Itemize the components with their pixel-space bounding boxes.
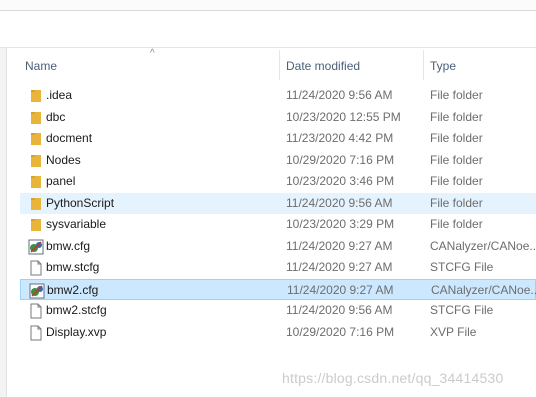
canoe-config-icon bbox=[29, 283, 45, 299]
file-type: File folder bbox=[430, 131, 483, 145]
address-bar-area bbox=[0, 11, 536, 48]
document-icon bbox=[28, 260, 44, 276]
file-date-modified: 11/24/2020 9:56 AM bbox=[286, 195, 393, 210]
folder-icon bbox=[28, 131, 44, 147]
file-name: .idea bbox=[46, 88, 73, 102]
file-name: bmw2.stcfg bbox=[46, 303, 107, 317]
file-type: CANalyzer/CANoe... bbox=[430, 238, 536, 253]
file-type: File folder bbox=[430, 88, 483, 102]
column-header-type[interactable]: Type bbox=[430, 48, 456, 80]
window-top-strip bbox=[0, 0, 536, 11]
file-date-modified: 11/24/2020 9:56 AM bbox=[286, 303, 393, 317]
file-name: bmw.cfg bbox=[46, 238, 91, 253]
watermark: https://blog.csdn.net/qq_34414530 bbox=[282, 370, 504, 386]
folder-icon bbox=[28, 153, 44, 169]
file-date-modified: 10/29/2020 7:16 PM bbox=[286, 152, 395, 167]
file-name: Nodes bbox=[46, 152, 81, 167]
column-header-date-modified[interactable]: Date modified bbox=[286, 48, 360, 80]
sort-ascending-icon: ^ bbox=[150, 48, 155, 59]
file-date-modified: 10/29/2020 7:16 PM bbox=[286, 324, 395, 339]
column-header-name[interactable]: Name bbox=[25, 48, 57, 80]
file-name: bmw2.cfg bbox=[47, 282, 99, 297]
file-row[interactable]: panel 10/23/2020 3:46 PM File folder bbox=[20, 171, 536, 192]
file-type: XVP File bbox=[430, 324, 477, 339]
file-date-modified: 11/24/2020 9:56 AM bbox=[286, 88, 393, 102]
file-name: panel bbox=[46, 174, 76, 188]
file-date-modified: 11/24/2020 9:27 AM bbox=[286, 238, 393, 253]
file-name: docment bbox=[46, 131, 93, 145]
navigation-pane-edge bbox=[0, 48, 7, 397]
file-row[interactable]: docment 11/23/2020 4:42 PM File folder bbox=[20, 128, 536, 149]
file-date-modified: 10/23/2020 3:46 PM bbox=[286, 174, 395, 188]
file-row[interactable]: .idea 11/24/2020 9:56 AM File folder bbox=[20, 85, 536, 106]
folder-icon bbox=[28, 88, 44, 104]
document-icon bbox=[28, 303, 44, 319]
file-row[interactable]: PythonScript 11/24/2020 9:56 AM File folde… bbox=[20, 192, 536, 214]
file-row[interactable]: Nodes 10/29/2020 7:16 PM File folder bbox=[20, 150, 536, 171]
file-type: File folder bbox=[430, 195, 483, 210]
folder-icon bbox=[28, 174, 44, 190]
canoe-config-icon bbox=[28, 239, 44, 255]
file-row[interactable]: Display.xvp 10/29/2020 7:16 PM XVP File bbox=[20, 322, 536, 343]
folder-icon bbox=[28, 196, 44, 212]
folder-icon bbox=[28, 217, 44, 233]
file-date-modified: 11/23/2020 4:42 PM bbox=[286, 131, 394, 145]
file-row[interactable]: sysvariable 10/23/2020 3:29 PM File folder bbox=[20, 214, 536, 235]
column-divider[interactable] bbox=[279, 50, 280, 80]
file-type: File folder bbox=[430, 109, 483, 124]
file-date-modified: 10/23/2020 3:29 PM bbox=[286, 217, 395, 231]
file-row[interactable]: bmw2.stcfg 11/24/2020 9:56 AM STCFG File bbox=[20, 300, 536, 321]
file-date-modified: 11/24/2020 9:27 AM bbox=[287, 282, 394, 297]
document-icon bbox=[28, 325, 44, 341]
file-row[interactable]: bmw.cfg 11/24/2020 9:27 AM CANalyzer/CANoe… bbox=[20, 236, 536, 257]
file-type: File folder bbox=[430, 152, 483, 167]
file-name: sysvariable bbox=[46, 217, 107, 231]
file-date-modified: 10/23/2020 12:55 PM bbox=[286, 109, 401, 124]
file-type: CANalyzer/CANoe... bbox=[431, 282, 536, 297]
file-type: File folder bbox=[430, 217, 483, 231]
file-row[interactable]: bmw2.cfg 11/24/2020 9:27 AM CANalyzer/CANo… bbox=[20, 278, 536, 300]
file-name: Display.xvp bbox=[46, 324, 107, 339]
file-name: bmw.stcfg bbox=[46, 260, 100, 274]
file-type: STCFG File bbox=[430, 260, 494, 274]
file-type: File folder bbox=[430, 174, 483, 188]
file-name: dbc bbox=[46, 109, 66, 124]
column-divider[interactable] bbox=[423, 50, 424, 80]
file-type: STCFG File bbox=[430, 303, 494, 317]
file-row[interactable]: dbc 10/23/2020 12:55 PM File folder bbox=[20, 107, 536, 128]
column-header-row: ^ Name Date modified Type bbox=[7, 48, 536, 80]
folder-icon bbox=[28, 110, 44, 126]
file-date-modified: 11/24/2020 9:27 AM bbox=[286, 260, 393, 274]
file-name: PythonScript bbox=[46, 195, 115, 210]
file-row[interactable]: bmw.stcfg 11/24/2020 9:27 AM STCFG File bbox=[20, 257, 536, 278]
